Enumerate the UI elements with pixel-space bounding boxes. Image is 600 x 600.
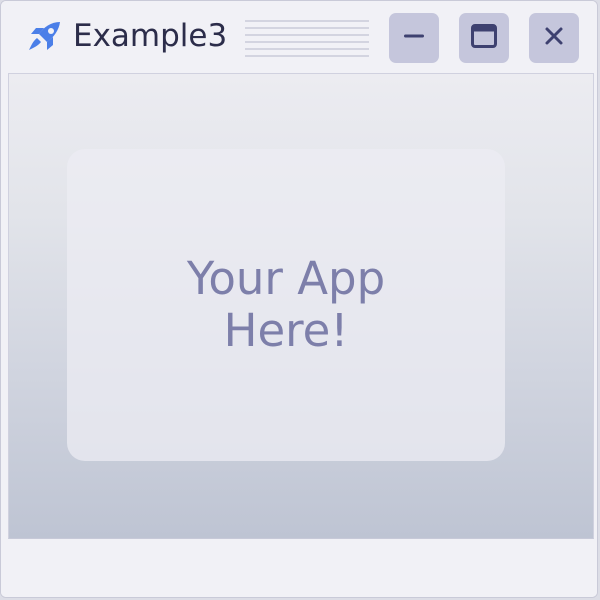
drag-handle[interactable] (245, 18, 369, 58)
status-bar (1, 539, 597, 597)
maximize-icon (471, 24, 497, 52)
placeholder-text: Your App Here! (186, 252, 386, 357)
title-bar[interactable]: Example3 (1, 1, 597, 73)
window-title: Example3 (73, 18, 228, 54)
close-icon (543, 25, 565, 51)
minimize-button[interactable] (389, 13, 439, 63)
app-window: Example3 Your App Here! (0, 0, 598, 598)
placeholder-card: Your App Here! (67, 149, 505, 461)
minimize-icon (402, 24, 426, 52)
app-content-area: Your App Here! (8, 73, 594, 539)
rocket-icon (27, 20, 63, 54)
maximize-button[interactable] (459, 13, 509, 63)
close-button[interactable] (529, 13, 579, 63)
